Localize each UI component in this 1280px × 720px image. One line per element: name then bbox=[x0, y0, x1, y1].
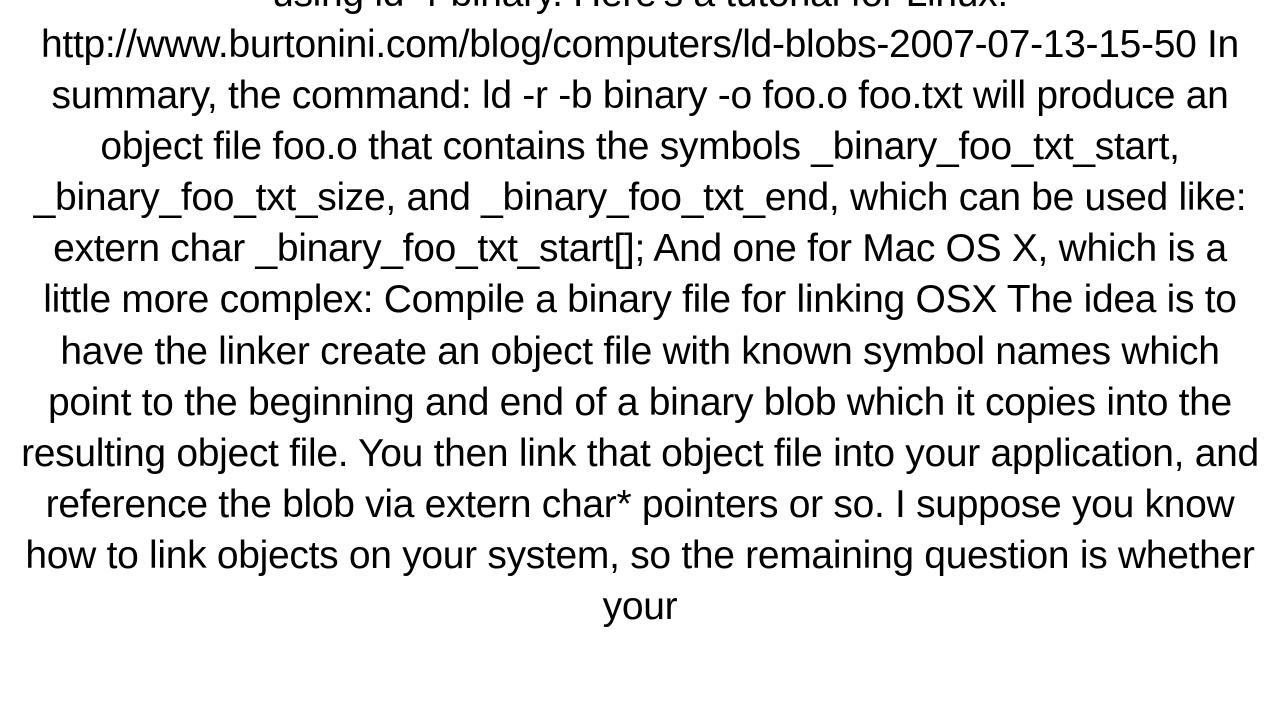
document-body-text: using ld -r binary. Here's a tutorial fo… bbox=[0, 0, 1280, 632]
